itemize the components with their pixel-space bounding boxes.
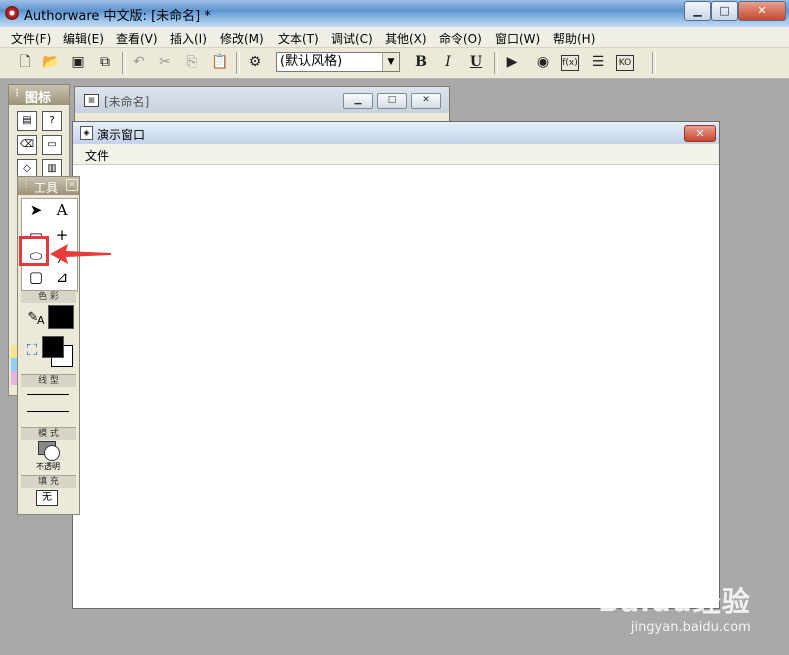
presentation-window-title: 演示窗口 bbox=[97, 128, 146, 142]
restart-icon[interactable]: ▶ bbox=[502, 52, 522, 72]
motion-icon[interactable]: ? bbox=[42, 111, 62, 131]
cut-icon[interactable]: ✂ bbox=[155, 52, 175, 72]
menu-file[interactable]: 文件(F) bbox=[11, 30, 51, 47]
open-folder-icon[interactable]: 📂 bbox=[41, 52, 61, 72]
fill-color-swatch[interactable] bbox=[42, 336, 64, 358]
pointer-tool-icon[interactable]: ➤ bbox=[25, 201, 47, 219]
design-window-titlebar: ▦ [未命名] ▁ □ ✕ bbox=[75, 87, 449, 113]
maximize-button[interactable]: □ bbox=[711, 1, 738, 21]
import-icon[interactable]: ⧉ bbox=[95, 52, 115, 72]
tool-palette: ⋮ 工具 ✕ ➤ A ▭ + ⬭ ╱ ▢ ⊿ 色 彩 ✎ A ⛶ 线 型 模 式… bbox=[17, 176, 80, 515]
grip-icon: ⋮ bbox=[21, 179, 31, 190]
design-close-button[interactable]: ✕ bbox=[411, 93, 441, 109]
display-icon[interactable]: ▤ bbox=[17, 111, 37, 131]
function-icon[interactable]: f(x) bbox=[561, 55, 579, 71]
design-minimize-button[interactable]: ▁ bbox=[343, 93, 373, 109]
menu-window[interactable]: 窗口(W) bbox=[495, 30, 540, 47]
line-style-normal[interactable] bbox=[27, 411, 69, 412]
presentation-canvas[interactable] bbox=[73, 165, 717, 606]
red-arrow-annotation bbox=[50, 244, 111, 264]
menu-other[interactable]: 其他(X) bbox=[385, 30, 427, 47]
style-select[interactable]: (默认风格) ▼ bbox=[276, 52, 400, 72]
mode-value: 不透明 bbox=[36, 462, 60, 471]
control-panel-icon[interactable]: ◉ bbox=[533, 52, 553, 72]
fill-bucket-icon[interactable]: ⛶ bbox=[21, 341, 43, 359]
menu-insert[interactable]: 插入(I) bbox=[170, 30, 207, 47]
wait-icon[interactable]: ▭ bbox=[42, 135, 62, 155]
presentation-window-icon: ◈ bbox=[80, 126, 93, 140]
paste-icon[interactable]: 📋 bbox=[210, 52, 230, 72]
presentation-window: ◈ 演示窗口 ✕ 文件 bbox=[72, 121, 720, 609]
tool-palette-title: 工具 bbox=[34, 181, 59, 195]
polygon-tool-icon[interactable]: ⊿ bbox=[51, 268, 73, 286]
fill-value-button[interactable]: 无 bbox=[36, 490, 58, 506]
menu-modify[interactable]: 修改(M) bbox=[220, 30, 264, 47]
rounded-rectangle-tool-icon[interactable]: ▢ bbox=[25, 268, 47, 286]
tool-palette-header: ⋮ 工具 ✕ bbox=[18, 177, 79, 195]
icon-palette-header: ⋮ 图标 bbox=[9, 85, 69, 106]
line-style-thin[interactable] bbox=[27, 394, 69, 395]
knowledge-objects-icon[interactable]: KO bbox=[616, 55, 634, 71]
toolbar: 🗋 📂 ▣ ⧉ ↶ ✂ ⎘ 📋 ⚙ (默认风格) ▼ B I U ▶ ◉ f(x… bbox=[0, 48, 789, 79]
presentation-close-button[interactable]: ✕ bbox=[684, 125, 716, 142]
menu-debug[interactable]: 调试(C) bbox=[331, 30, 373, 47]
undo-icon[interactable]: ↶ bbox=[129, 52, 149, 72]
fill-section-label: 填 充 bbox=[21, 475, 76, 488]
find-icon[interactable]: ⚙ bbox=[245, 52, 265, 72]
line-section-label: 线 型 bbox=[21, 374, 76, 387]
foreground-color-swatch[interactable] bbox=[48, 305, 74, 329]
flowline-icon: ▦ bbox=[84, 94, 99, 107]
pen-color-letter: A bbox=[37, 314, 45, 327]
chevron-down-icon: ▼ bbox=[382, 53, 399, 71]
italic-button[interactable]: I bbox=[438, 52, 458, 72]
bold-button[interactable]: B bbox=[411, 52, 431, 72]
erase-icon[interactable]: ⌫ bbox=[17, 135, 37, 155]
copy-icon[interactable]: ⎘ bbox=[182, 52, 202, 72]
menu-command[interactable]: 命令(O) bbox=[439, 30, 482, 47]
baidu-watermark: Baidu经验 jingyan.baidu.com bbox=[598, 580, 751, 635]
title-bar: Authorware 中文版: [未命名] * ▁ □ ✕ bbox=[0, 0, 789, 27]
grip-icon: ⋮ bbox=[12, 88, 22, 99]
presentation-window-titlebar: ◈ 演示窗口 ✕ bbox=[73, 122, 719, 144]
design-window-title: [未命名] bbox=[104, 95, 150, 109]
watermark-logo: Baidu经验 bbox=[598, 585, 751, 618]
ellipse-tool-highlight bbox=[19, 236, 49, 266]
window-title: Authorware 中文版: [未命名] * bbox=[24, 9, 211, 24]
design-maximize-button[interactable]: □ bbox=[377, 93, 407, 109]
menu-text[interactable]: 文本(T) bbox=[278, 30, 319, 47]
minimize-button[interactable]: ▁ bbox=[684, 1, 711, 21]
menu-view[interactable]: 查看(V) bbox=[116, 30, 158, 47]
color-section-label: 色 彩 bbox=[21, 290, 76, 303]
menu-help[interactable]: 帮助(H) bbox=[553, 30, 595, 47]
new-file-icon[interactable]: 🗋 bbox=[15, 52, 35, 72]
mode-preview-circle bbox=[44, 445, 60, 461]
presentation-menu-bar: 文件 bbox=[73, 144, 719, 165]
menu-edit[interactable]: 编辑(E) bbox=[63, 30, 104, 47]
icon-palette-title: 图标 bbox=[25, 91, 52, 106]
mode-section-label: 模 式 bbox=[21, 427, 76, 440]
underline-button[interactable]: U bbox=[466, 52, 486, 72]
save-all-icon[interactable]: ▣ bbox=[68, 52, 88, 72]
crosshair-line-tool-icon[interactable]: + bbox=[51, 226, 73, 244]
tool-palette-close-icon[interactable]: ✕ bbox=[66, 179, 78, 191]
variables-icon[interactable]: ☰ bbox=[588, 52, 608, 72]
app-icon bbox=[5, 6, 19, 20]
close-button[interactable]: ✕ bbox=[738, 1, 786, 21]
menu-bar: 文件(F) 编辑(E) 查看(V) 插入(I) 修改(M) 文本(T) 调试(C… bbox=[0, 27, 789, 48]
presentation-menu-file[interactable]: 文件 bbox=[85, 147, 109, 164]
text-tool-icon[interactable]: A bbox=[51, 201, 73, 219]
watermark-url: jingyan.baidu.com bbox=[630, 620, 751, 635]
style-select-value: (默认风格) bbox=[280, 54, 343, 69]
